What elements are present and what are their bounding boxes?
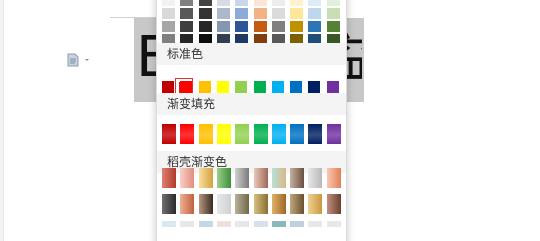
standard-color-swatch[interactable]: [217, 81, 229, 93]
theme-color-swatch[interactable]: [327, 8, 340, 19]
shell-gradient-swatch[interactable]: [217, 168, 231, 188]
shell-gradient-swatch[interactable]: [180, 168, 194, 188]
shell-gradient-swatch[interactable]: [290, 168, 304, 188]
gradient-fill-swatch[interactable]: [308, 124, 322, 144]
standard-color-swatch[interactable]: [290, 81, 302, 93]
theme-color-swatch[interactable]: [217, 8, 230, 19]
gradient-fill-swatch[interactable]: [199, 124, 213, 144]
shell-gradient-swatch[interactable]: [327, 221, 341, 227]
shell-gradient-swatch[interactable]: [162, 194, 176, 214]
gradient-fill-swatch[interactable]: [327, 124, 341, 144]
theme-color-swatch[interactable]: [327, 0, 340, 6]
theme-color-swatch[interactable]: [180, 21, 193, 32]
shell-gradient-swatch[interactable]: [217, 194, 231, 214]
shell-gradient-swatch[interactable]: [235, 168, 249, 188]
theme-color-swatch[interactable]: [235, 8, 248, 19]
shell-gradient-swatch[interactable]: [327, 168, 341, 188]
standard-color-swatch[interactable]: [254, 81, 266, 93]
standard-color-swatch[interactable]: [272, 81, 284, 93]
standard-colors-label: 标准色: [157, 43, 346, 65]
shell-gradient-swatch[interactable]: [235, 194, 249, 214]
gradient-fill-swatch[interactable]: [290, 124, 304, 144]
theme-color-swatch[interactable]: [199, 8, 212, 19]
theme-color-swatch[interactable]: [290, 0, 303, 6]
shell-gradient-swatch[interactable]: [308, 221, 322, 227]
standard-color-swatch[interactable]: [308, 81, 320, 93]
theme-color-swatch[interactable]: [272, 0, 285, 6]
theme-color-swatch[interactable]: [235, 0, 248, 6]
theme-color-swatch[interactable]: [162, 21, 175, 32]
document-icon-dropdown[interactable]: [66, 52, 92, 67]
gradient-fill-swatch[interactable]: [254, 124, 268, 144]
theme-color-swatch[interactable]: [217, 0, 230, 6]
gradient-fill-swatch[interactable]: [217, 124, 231, 144]
window-left-edge: [0, 0, 4, 241]
theme-color-swatch[interactable]: [327, 21, 340, 32]
theme-color-swatch[interactable]: [272, 8, 285, 19]
shell-gradient-swatch[interactable]: [254, 194, 268, 214]
theme-color-swatch[interactable]: [199, 21, 212, 32]
shell-gradient-swatch[interactable]: [272, 221, 286, 227]
standard-color-swatch[interactable]: [162, 81, 174, 93]
shell-gradient-swatch[interactable]: [272, 194, 286, 214]
gradient-fill-swatch[interactable]: [235, 124, 249, 144]
shell-gradient-swatch[interactable]: [327, 194, 341, 214]
shell-gradient-swatch[interactable]: [254, 221, 268, 227]
shell-gradient-swatch[interactable]: [180, 221, 194, 227]
color-palette-dropdown: 标准色 渐变填充 稻壳渐变色: [156, 0, 347, 241]
theme-color-swatch[interactable]: [254, 8, 267, 19]
gradient-fill-swatch[interactable]: [272, 124, 286, 144]
shell-gradient-swatch[interactable]: [199, 194, 213, 214]
theme-color-swatch[interactable]: [254, 0, 267, 6]
theme-color-swatch[interactable]: [162, 8, 175, 19]
theme-color-swatch[interactable]: [290, 21, 303, 32]
shell-gradient-swatch[interactable]: [254, 168, 268, 188]
shell-gradient-swatch[interactable]: [162, 168, 176, 188]
shell-gradient-swatch[interactable]: [290, 221, 304, 227]
theme-color-swatch[interactable]: [308, 8, 321, 19]
gradient-fill-label: 渐变填充: [157, 93, 346, 115]
shell-gradient-swatch[interactable]: [235, 221, 249, 227]
shell-gradient-swatch[interactable]: [308, 168, 322, 188]
standard-color-swatch[interactable]: [180, 81, 192, 93]
standard-color-swatch[interactable]: [327, 81, 339, 93]
document-icon: [67, 53, 89, 67]
theme-color-swatch[interactable]: [180, 8, 193, 19]
standard-color-swatch[interactable]: [235, 81, 247, 93]
shell-gradient-swatch[interactable]: [199, 168, 213, 188]
theme-color-swatch[interactable]: [180, 0, 193, 6]
shell-gradient-swatch[interactable]: [162, 221, 176, 227]
theme-color-swatch[interactable]: [272, 21, 285, 32]
theme-color-swatch[interactable]: [217, 21, 230, 32]
theme-color-swatch[interactable]: [290, 8, 303, 19]
shell-gradient-swatch[interactable]: [290, 194, 304, 214]
gradient-fill-swatch[interactable]: [162, 124, 176, 144]
shell-gradient-swatch[interactable]: [308, 194, 322, 214]
theme-color-swatch[interactable]: [199, 0, 212, 6]
theme-color-swatch[interactable]: [235, 21, 248, 32]
gradient-fill-swatch[interactable]: [180, 124, 194, 144]
theme-color-swatch[interactable]: [162, 0, 175, 6]
shell-gradient-swatch[interactable]: [217, 221, 231, 227]
theme-color-swatch[interactable]: [308, 21, 321, 32]
shell-gradient-swatch[interactable]: [199, 221, 213, 227]
shell-gradient-swatch[interactable]: [272, 168, 286, 188]
theme-color-swatch[interactable]: [254, 21, 267, 32]
shell-gradient-swatch[interactable]: [180, 194, 194, 214]
standard-color-swatch[interactable]: [199, 81, 211, 93]
theme-color-swatch[interactable]: [308, 0, 321, 6]
